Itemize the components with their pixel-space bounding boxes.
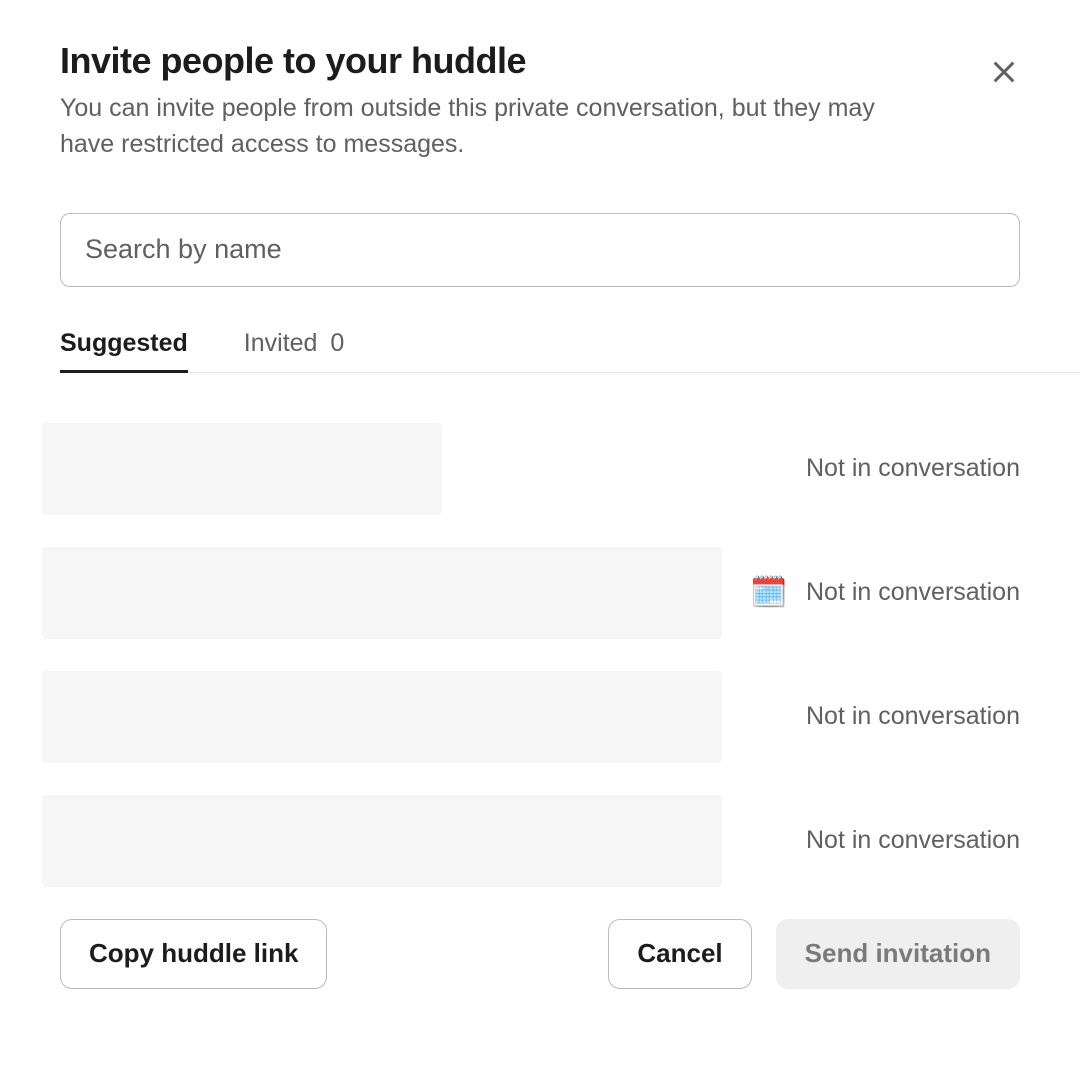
copy-huddle-link-button[interactable]: Copy huddle link [60, 919, 327, 989]
user-placeholder [42, 547, 722, 639]
list-item-right: Not in conversation [806, 702, 1020, 731]
cancel-label: Cancel [637, 938, 722, 969]
send-invitation-label: Send invitation [805, 938, 991, 969]
list-item-right: Not in conversation [806, 454, 1020, 483]
tabs: Suggested Invited 0 [60, 329, 1080, 373]
status-text: Not in conversation [806, 454, 1020, 482]
status-text: Not in conversation [806, 826, 1020, 854]
user-placeholder [42, 671, 722, 763]
modal-footer: Copy huddle link Cancel Send invitation [0, 919, 1080, 989]
user-placeholder [42, 423, 442, 515]
cancel-button[interactable]: Cancel [608, 919, 751, 989]
list-item[interactable]: Not in conversation [42, 423, 1020, 515]
list-item-left [42, 795, 722, 887]
invite-modal: Invite people to your huddle You can inv… [0, 0, 1080, 887]
modal-title: Invite people to your huddle [60, 40, 880, 82]
list-item[interactable]: Not in conversation [42, 795, 1020, 887]
search-input[interactable] [60, 213, 1020, 287]
copy-huddle-link-label: Copy huddle link [89, 938, 298, 969]
list-item-left [42, 423, 442, 515]
list-item[interactable]: 🗓️ Not in conversation [42, 547, 1020, 639]
tab-invited-label: Invited [244, 329, 318, 357]
send-invitation-button[interactable]: Send invitation [776, 919, 1020, 989]
header-text: Invite people to your huddle You can inv… [60, 40, 880, 163]
status-text: Not in conversation [806, 702, 1020, 730]
tab-invited-count: 0 [330, 329, 344, 357]
list-item-left [42, 671, 722, 763]
list-item[interactable]: Not in conversation [42, 671, 1020, 763]
suggested-list: Not in conversation 🗓️ Not in conversati… [42, 423, 1020, 887]
status-text: Not in conversation [806, 578, 1020, 606]
user-placeholder [42, 795, 722, 887]
modal-subtitle: You can invite people from outside this … [60, 90, 880, 163]
search-wrapper [60, 213, 1020, 287]
calendar-icon: 🗓️ [750, 575, 787, 610]
close-icon [988, 56, 1020, 88]
modal-header: Invite people to your huddle You can inv… [60, 40, 1020, 163]
close-button[interactable] [980, 48, 1028, 99]
tab-invited[interactable]: Invited 0 [244, 329, 345, 372]
list-item-left: 🗓️ [42, 547, 793, 639]
tab-suggested[interactable]: Suggested [60, 329, 188, 372]
footer-right-group: Cancel Send invitation [608, 919, 1020, 989]
list-item-right: Not in conversation [806, 578, 1020, 607]
tab-suggested-label: Suggested [60, 329, 188, 357]
list-item-right: Not in conversation [806, 826, 1020, 855]
